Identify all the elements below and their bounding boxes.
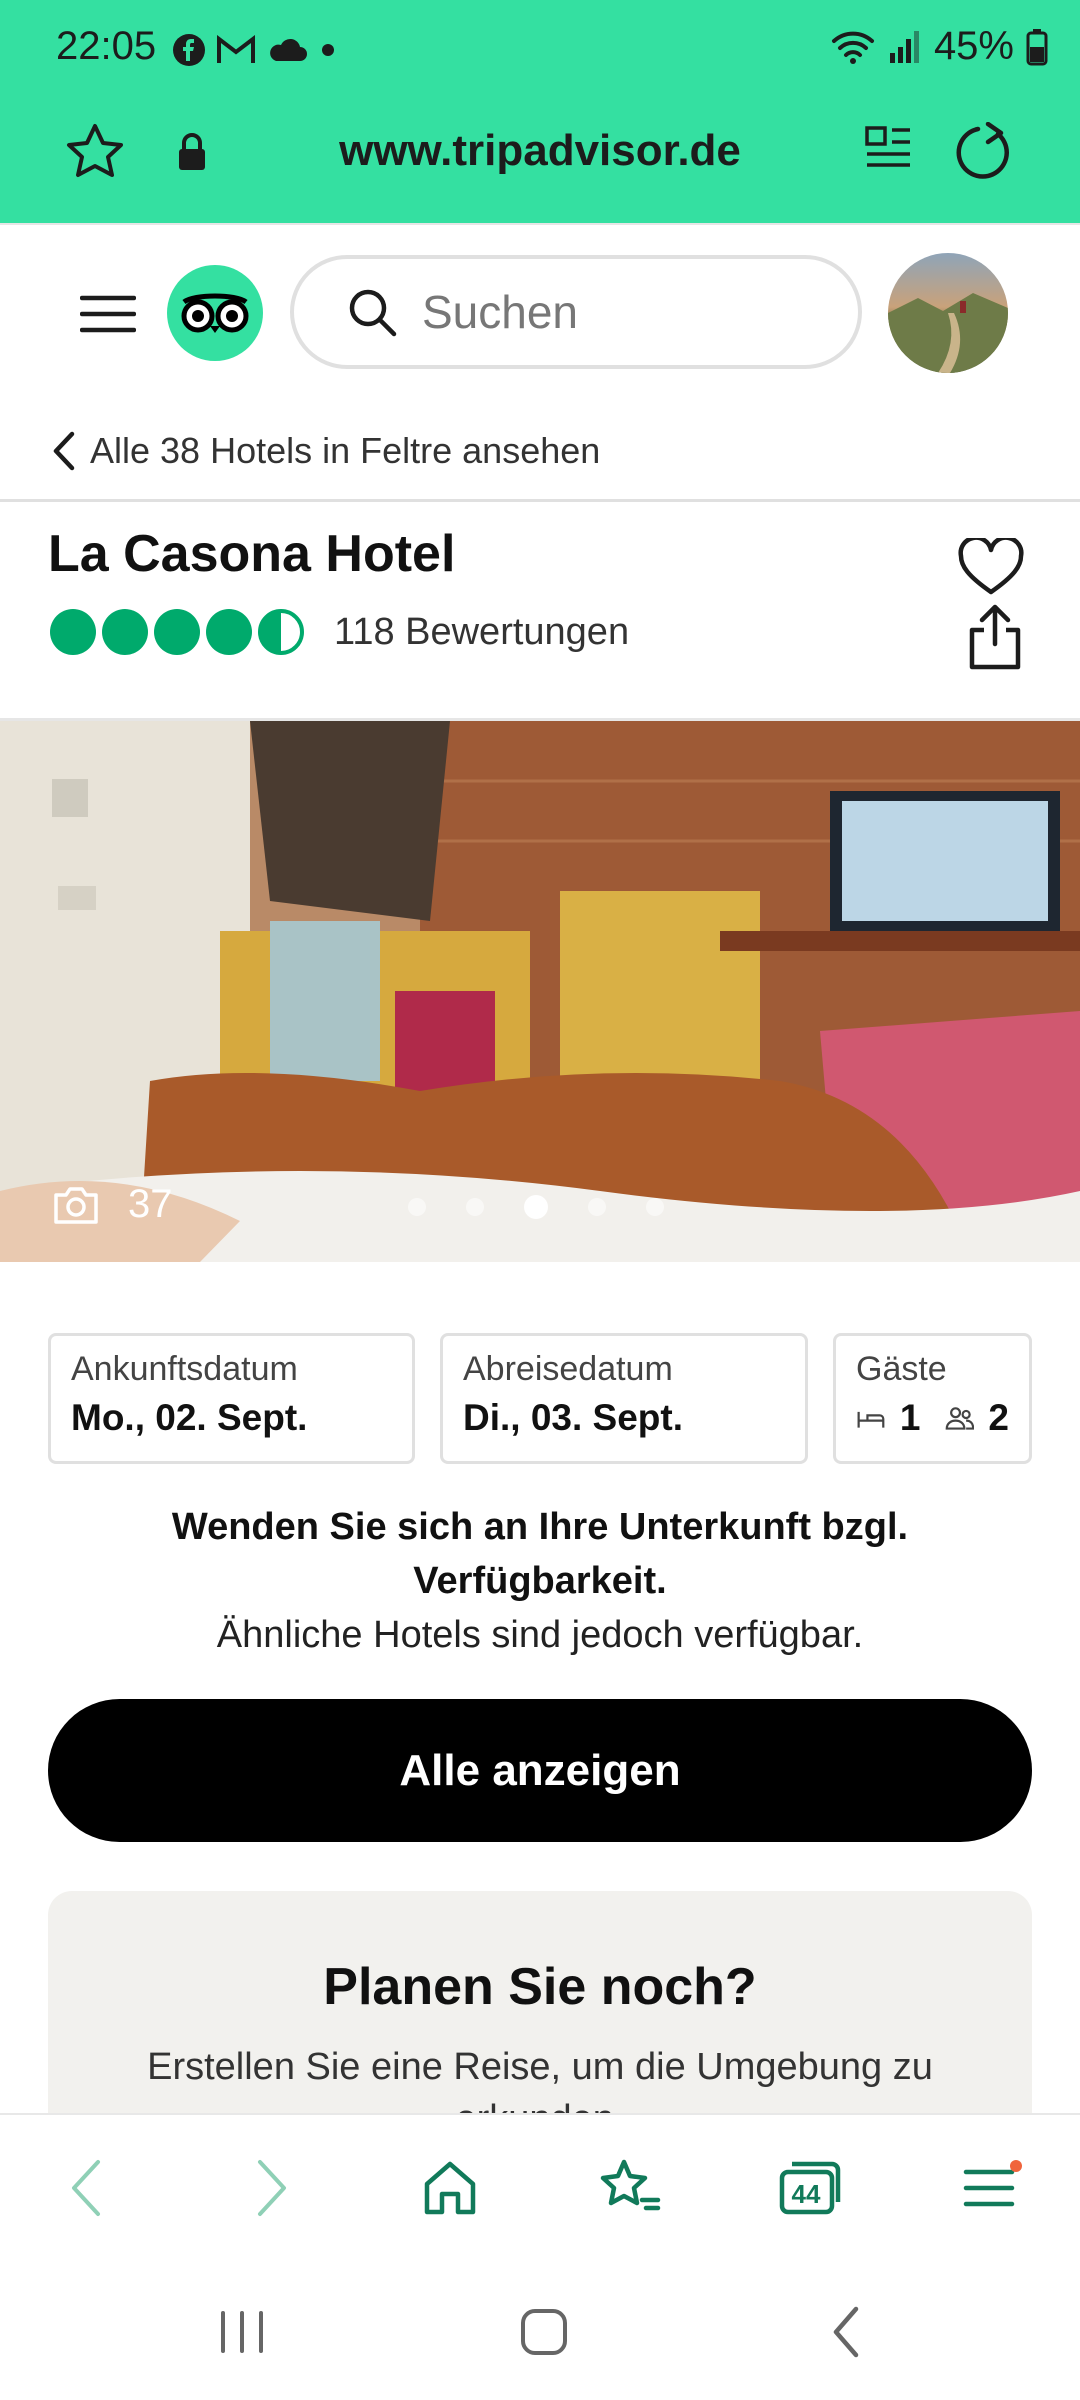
search-input[interactable]: Suchen bbox=[290, 255, 862, 369]
gallery-dot[interactable] bbox=[408, 1198, 426, 1216]
status-notification-icons bbox=[172, 28, 338, 72]
rating-bubble bbox=[154, 609, 200, 655]
tab-count: 44 bbox=[791, 2178, 821, 2209]
avatar[interactable] bbox=[888, 253, 1008, 373]
hotel-photo[interactable] bbox=[0, 721, 1080, 1262]
browser-forward-button[interactable] bbox=[224, 2140, 320, 2236]
browser-home-button[interactable] bbox=[402, 2140, 498, 2236]
departure-value: Di., 03. Sept. bbox=[463, 1397, 684, 1438]
browser-tabs-button[interactable]: 44 bbox=[762, 2140, 858, 2236]
gmail-icon bbox=[217, 35, 255, 63]
rating-bubble bbox=[206, 609, 252, 655]
facebook-icon bbox=[173, 34, 205, 66]
gallery-dot[interactable] bbox=[524, 1195, 548, 1219]
arrival-value: Mo., 02. Sept. bbox=[71, 1397, 308, 1438]
recent-apps-icon bbox=[221, 2311, 263, 2353]
rating-bubble bbox=[50, 609, 96, 655]
dot-icon bbox=[322, 44, 334, 56]
reload-icon[interactable] bbox=[954, 122, 1014, 182]
guests-values: 1 2 bbox=[856, 1397, 1009, 1439]
notice-line-3: Ähnliche Hotels sind jedoch verfügbar. bbox=[216, 1614, 864, 1656]
cloud-icon bbox=[270, 38, 307, 61]
section-divider bbox=[0, 499, 1080, 502]
gallery-pagination[interactable] bbox=[408, 1195, 664, 1219]
heart-icon[interactable] bbox=[958, 538, 1024, 596]
home-icon bbox=[424, 2161, 476, 2215]
notice-line-1: Wenden Sie sich an Ihre Unterkunft bzgl. bbox=[171, 1506, 909, 1548]
rating-bubbles bbox=[50, 609, 310, 655]
menu-icon[interactable] bbox=[80, 294, 136, 334]
photo-count[interactable]: 37 bbox=[52, 1182, 173, 1227]
bookmarks-icon bbox=[600, 2159, 661, 2211]
review-count: 118 Bewertungen bbox=[334, 610, 630, 653]
rating-bubble bbox=[258, 609, 304, 655]
departure-date-field[interactable]: Abreisedatum Di., 03. Sept. bbox=[440, 1333, 808, 1464]
plan-card-title: Planen Sie noch? bbox=[323, 1958, 757, 2016]
show-all-button[interactable]: Alle anzeigen bbox=[48, 1699, 1032, 1842]
bed-icon bbox=[857, 1411, 885, 1428]
arrival-label: Ankunftsdatum bbox=[71, 1350, 298, 1388]
rating-row[interactable]: 118 Bewertungen bbox=[50, 609, 629, 655]
search-icon bbox=[349, 289, 397, 337]
battery-icon bbox=[1026, 28, 1048, 65]
browser-back-button[interactable] bbox=[38, 2140, 134, 2236]
url-address[interactable]: www.tripadvisor.de bbox=[0, 126, 1080, 176]
photo-count-value: 37 bbox=[128, 1182, 173, 1226]
gallery-dot[interactable] bbox=[646, 1198, 664, 1216]
menu-icon bbox=[963, 2160, 1022, 2207]
back-arrow-icon bbox=[72, 2160, 100, 2216]
guests-label: Gäste bbox=[856, 1350, 947, 1388]
gallery-dot[interactable] bbox=[466, 1198, 484, 1216]
availability-notice: Wenden Sie sich an Ihre Unterkunft bzgl.… bbox=[60, 1500, 1020, 1662]
forward-arrow-icon bbox=[258, 2160, 286, 2216]
signal-icon bbox=[889, 30, 919, 63]
system-back-icon bbox=[833, 2306, 859, 2358]
back-link-label: Alle 38 Hotels in Feltre ansehen bbox=[90, 430, 601, 471]
header-divider bbox=[0, 223, 1080, 225]
guests-value: 2 bbox=[988, 1397, 1009, 1438]
tripadvisor-logo[interactable] bbox=[166, 264, 264, 362]
back-to-hotels-link[interactable]: Alle 38 Hotels in Feltre ansehen bbox=[50, 430, 600, 472]
wifi-icon bbox=[831, 31, 874, 64]
browser-bookmarks-button[interactable] bbox=[582, 2140, 678, 2236]
notice-line-2: Verfügbarkeit. bbox=[413, 1560, 667, 1602]
rating-bubble bbox=[102, 609, 148, 655]
reader-mode-icon[interactable] bbox=[864, 124, 912, 176]
battery-percent: 45% bbox=[933, 24, 1014, 68]
chevron-left-icon bbox=[53, 431, 75, 471]
camera-icon bbox=[54, 1186, 98, 1224]
search-placeholder: Suchen bbox=[422, 286, 579, 338]
browser-bottom-toolbar bbox=[0, 2113, 1080, 2265]
share-icon[interactable] bbox=[966, 604, 1024, 670]
arrival-date-field[interactable]: Ankunftsdatum Mo., 02. Sept. bbox=[48, 1333, 415, 1464]
guests-field[interactable]: Gäste 1 2 bbox=[833, 1333, 1032, 1464]
browser-menu-button[interactable] bbox=[942, 2140, 1038, 2236]
home-button[interactable] bbox=[496, 2290, 592, 2374]
status-system-icons: 45% bbox=[830, 24, 1048, 69]
rooms-value: 1 bbox=[899, 1397, 921, 1438]
recent-apps-button[interactable] bbox=[194, 2290, 290, 2374]
home-square-icon bbox=[521, 2309, 567, 2355]
system-back-button[interactable] bbox=[798, 2290, 894, 2374]
guests-icon bbox=[945, 1407, 974, 1430]
departure-label: Abreisedatum bbox=[463, 1350, 673, 1388]
gallery-dot[interactable] bbox=[588, 1198, 606, 1216]
hotel-title: La Casona Hotel bbox=[48, 525, 456, 583]
status-time: 22:05 bbox=[56, 24, 157, 68]
